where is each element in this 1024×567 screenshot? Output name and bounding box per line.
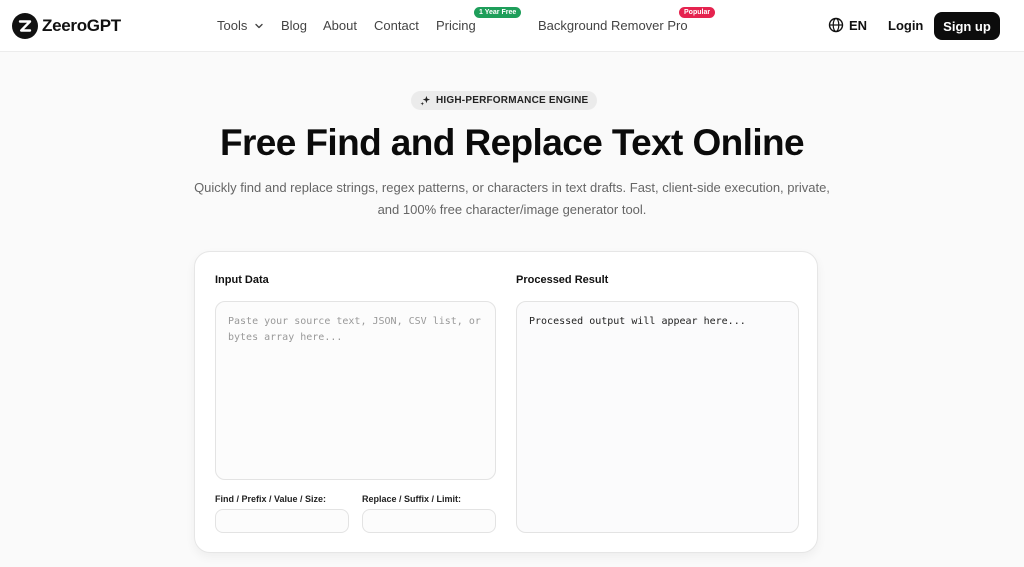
pricing-free-badge: 1 Year Free [474,7,522,18]
nav-tools-label: Tools [217,18,248,33]
site-header: ZeeroGPT Tools Blog About Contact Pricin… [0,0,1024,52]
input-data-label: Input Data [215,274,269,286]
sparkles-icon [420,95,431,106]
zeerogpt-logo-icon [12,13,38,39]
input-data-textarea[interactable] [215,301,496,480]
nav-about-link[interactable]: About [323,18,357,33]
find-input[interactable] [215,509,349,533]
engine-pill: HIGH-PERFORMANCE ENGINE [411,91,598,110]
nav-contact-link[interactable]: Contact [374,18,419,33]
replace-input[interactable] [362,509,496,533]
chevron-down-icon [255,23,264,28]
replace-field-label: Replace / Suffix / Limit: [362,494,462,504]
language-code: EN [849,17,868,33]
nav-blog-link[interactable]: Blog [281,18,307,33]
nav-tools-dropdown[interactable]: Tools [217,18,264,33]
processed-result-output: Processed output will appear here... [516,301,799,533]
language-selector[interactable]: EN [828,17,867,33]
signup-button[interactable]: Sign up [934,12,1000,40]
nav-background-remover-link[interactable]: Background Remover Pro [538,18,688,33]
find-replace-tool-card: Input Data Processed Result Processed ou… [194,251,818,553]
login-link[interactable]: Login [888,18,923,33]
globe-icon [828,17,844,33]
nav-pricing-link[interactable]: Pricing [436,18,476,33]
popular-badge: Popular [679,7,716,18]
logo-text: ZeeroGPT [42,16,121,35]
page-title: Free Find and Replace Text Online [220,122,805,163]
processed-result-label: Processed Result [516,274,609,286]
engine-pill-label: HIGH-PERFORMANCE ENGINE [436,95,589,106]
page-subtitle: Quickly find and replace strings, regex … [194,180,830,217]
logo-link[interactable]: ZeeroGPT [12,13,121,39]
find-field-label: Find / Prefix / Value / Size: [215,494,327,504]
